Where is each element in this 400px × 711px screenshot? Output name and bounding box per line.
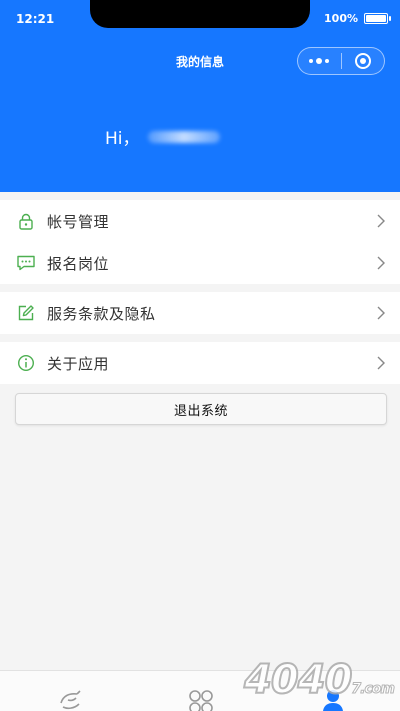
target-icon — [354, 53, 371, 69]
greeting: Hi， — [105, 124, 220, 149]
lock-icon — [16, 211, 36, 231]
battery-percent: 100% — [324, 12, 358, 25]
menu-item-label: 报名岗位 — [47, 254, 110, 273]
tab-home[interactable] — [58, 689, 84, 711]
status-right: 100% — [324, 12, 391, 25]
tab-apps[interactable] — [188, 689, 214, 711]
home-icon — [60, 690, 81, 710]
more-dots-icon — [309, 58, 330, 64]
logout-button[interactable]: 退出系统 — [15, 393, 387, 425]
edit-icon — [16, 303, 36, 323]
close-miniprogram-button[interactable] — [342, 48, 385, 74]
menu-group-terms: 服务条款及隐私 — [0, 292, 400, 334]
menu-item-account[interactable]: 帐号管理 — [0, 200, 400, 242]
menu-group-about: 关于应用 — [0, 342, 400, 384]
chevron-right-icon — [377, 356, 385, 370]
more-button[interactable] — [298, 48, 341, 74]
menu-group-account: 帐号管理 报名岗位 — [0, 200, 400, 284]
miniprogram-capsule — [297, 47, 385, 75]
menu-item-apply-positions[interactable]: 报名岗位 — [0, 242, 400, 284]
watermark-suffix: 7.com — [351, 681, 396, 698]
profile-header: 12:21 100% 我的信息 Hi， — [0, 0, 400, 192]
menu-item-label: 帐号管理 — [47, 212, 110, 231]
watermark-text: 4040 — [243, 656, 353, 704]
chevron-right-icon — [377, 306, 385, 320]
battery-icon — [364, 13, 391, 24]
chevron-right-icon — [377, 256, 385, 270]
menu-item-label: 服务条款及隐私 — [47, 304, 156, 323]
site-watermark: 40407.com — [243, 656, 396, 704]
chat-bubble-icon — [16, 253, 36, 273]
username-blurred — [147, 130, 220, 143]
info-icon — [16, 353, 36, 373]
status-time: 12:21 — [16, 12, 55, 26]
apps-icon — [189, 690, 213, 711]
chevron-right-icon — [377, 214, 385, 228]
menu-item-about-app[interactable]: 关于应用 — [0, 342, 400, 384]
menu-item-terms-privacy[interactable]: 服务条款及隐私 — [0, 292, 400, 334]
greeting-text: Hi， — [105, 129, 140, 149]
device-notch — [90, 0, 310, 28]
menu-item-label: 关于应用 — [47, 354, 110, 373]
